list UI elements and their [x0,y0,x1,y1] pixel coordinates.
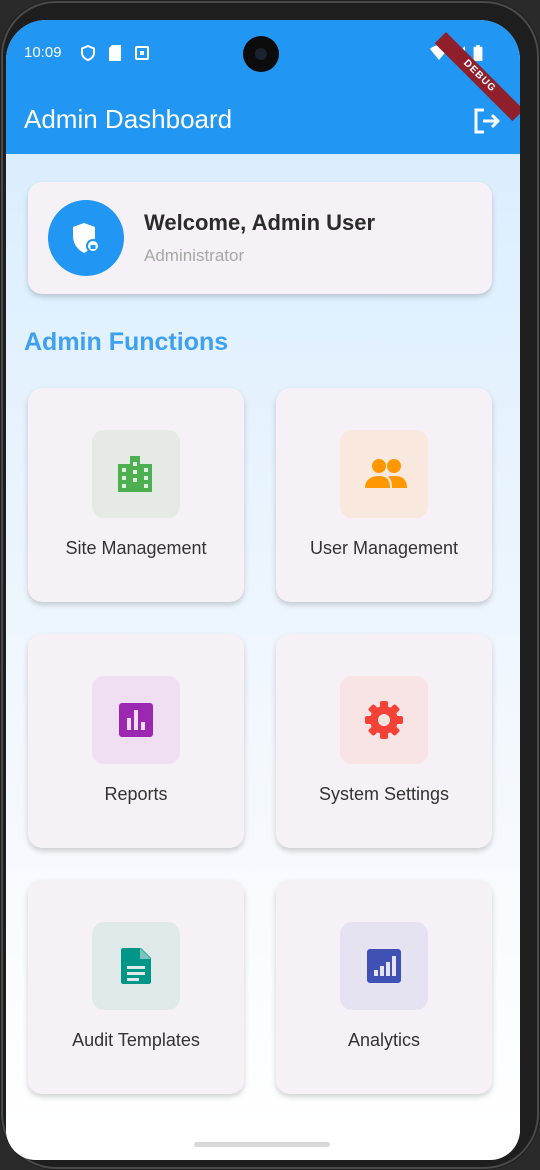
reports-label: Reports [104,784,168,804]
system-settings-card[interactable]: System Settings [276,634,492,848]
admin-shield-icon [73,223,100,253]
analytics-icon [367,949,401,983]
shield-icon [81,45,95,61]
document-icon [121,948,151,984]
user-management-label: User Management [309,538,459,558]
audit-templates-icon-box [92,922,180,1010]
system-settings-icon-box [340,676,428,764]
analytics-label: Analytics [347,1030,421,1050]
logout-icon[interactable] [472,106,502,136]
section-title: Admin Functions [24,328,229,356]
audit-templates-label: Audit Templates [72,1030,200,1050]
battery-icon [473,45,483,61]
page-title: Admin Dashboard [24,104,233,134]
reports-card[interactable]: Reports [28,634,244,848]
gear-icon [365,701,403,739]
avatar [48,200,124,276]
audit-templates-card[interactable]: Audit Templates [28,880,244,1094]
dashboard-body: Welcome, Admin User Administrator Admin … [6,154,520,1134]
app-bar: 10:09 DEBUG Admin Dashboard [6,20,520,154]
building-icon [118,456,152,492]
status-time: 10:09 [24,44,62,61]
system-settings-label: System Settings [318,784,450,804]
screen: 10:09 DEBUG Admin Dashboard Welcome, Adm… [6,20,520,1160]
analytics-card[interactable]: Analytics [276,880,492,1094]
status-bar: 10:09 DEBUG [6,20,520,122]
welcome-card: Welcome, Admin User Administrator [28,182,492,294]
analytics-icon-box [340,922,428,1010]
site-management-label: Site Management [65,538,207,558]
site-management-card[interactable]: Site Management [28,388,244,602]
user-role: Administrator [144,246,245,265]
people-icon [365,459,407,488]
reports-icon-box [92,676,180,764]
home-indicator[interactable] [194,1142,330,1147]
welcome-title: Welcome, Admin User [144,210,376,235]
front-camera [243,36,279,72]
bar-chart-icon [119,703,153,737]
sim-icon [109,45,121,61]
user-management-card[interactable]: User Management [276,388,492,602]
phone-frame: 10:09 DEBUG Admin Dashboard Welcome, Adm… [0,0,540,1170]
site-management-icon-box [92,430,180,518]
notification-icon [135,46,149,60]
user-management-icon-box [340,430,428,518]
